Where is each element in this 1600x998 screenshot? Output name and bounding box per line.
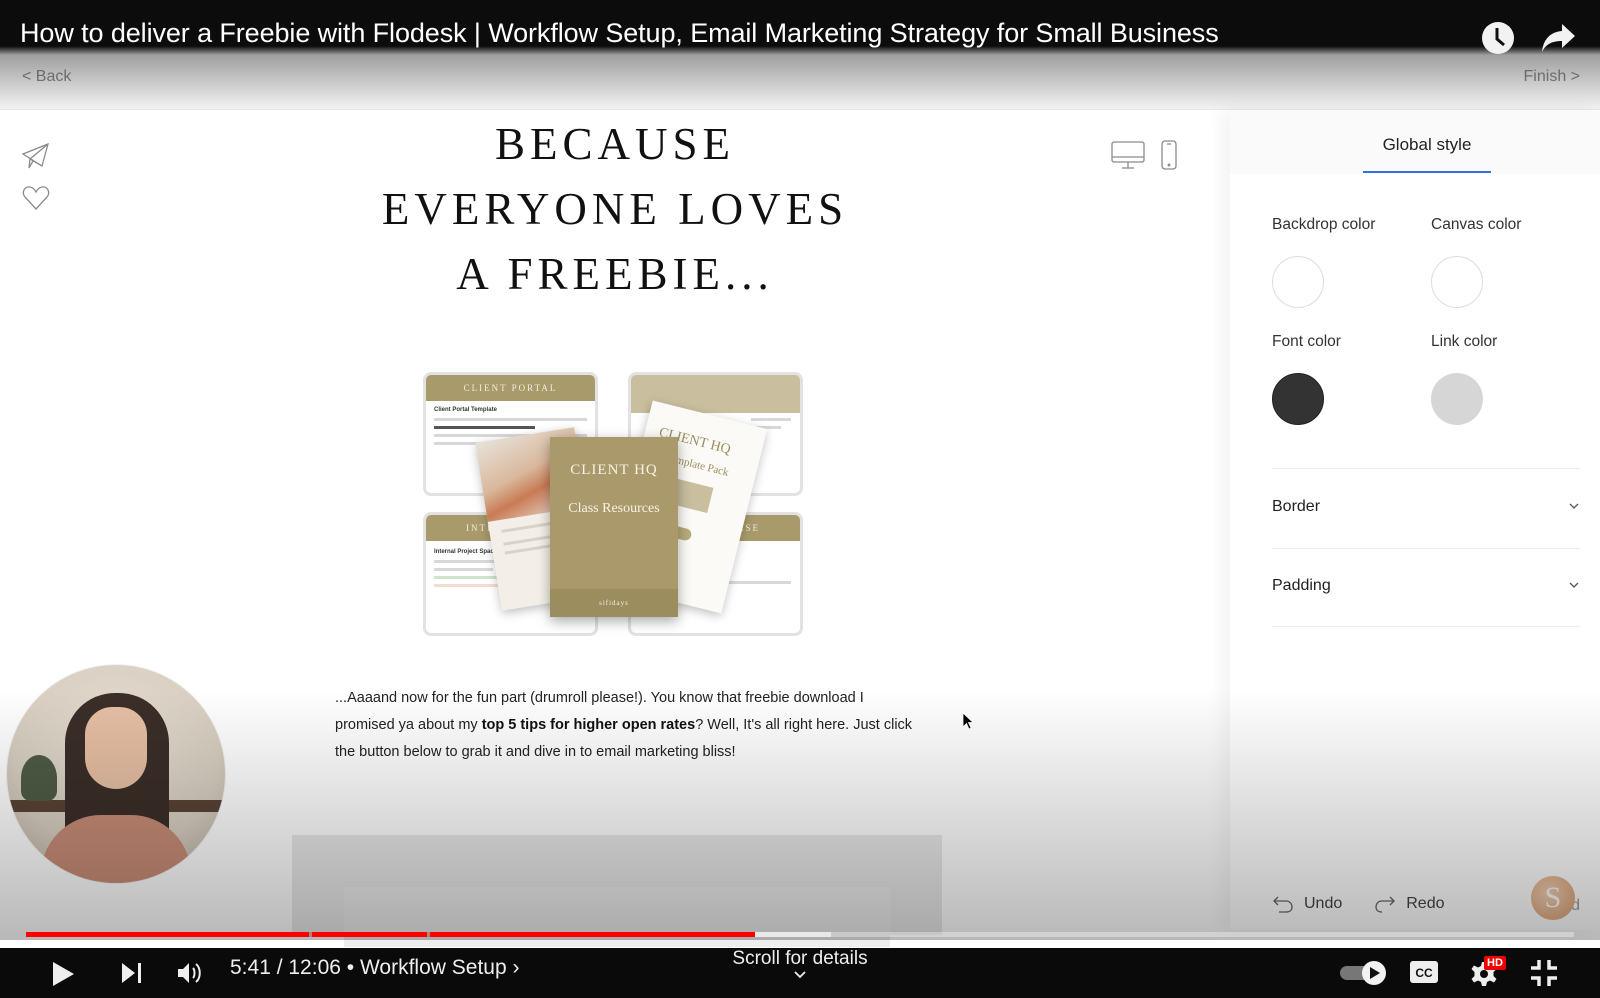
- scroll-for-details[interactable]: Scroll for details: [725, 948, 875, 980]
- chapter-marker: [309, 932, 312, 937]
- chevron-down-icon: [794, 971, 806, 979]
- panel-tabs: Global style: [1230, 110, 1600, 174]
- padding-section-toggle[interactable]: Padding: [1272, 577, 1580, 607]
- play-icon[interactable]: [50, 961, 76, 987]
- device-toggle: [1110, 140, 1178, 170]
- font-color-label: Font color: [1272, 333, 1341, 350]
- redo-label: Redo: [1406, 895, 1445, 912]
- global-style-panel: Global style Backdrop color Canvas color…: [1230, 110, 1600, 930]
- progress-played: [26, 932, 755, 937]
- link-color-swatch[interactable]: [1431, 373, 1483, 425]
- panel-divider: [1272, 548, 1580, 549]
- undo-button[interactable]: Undo: [1272, 895, 1342, 913]
- link-color-label: Link color: [1431, 333, 1498, 350]
- undo-label: Undo: [1304, 895, 1343, 912]
- clock-icon[interactable]: [1481, 21, 1515, 55]
- mouse-cursor-icon: [962, 712, 974, 730]
- backdrop-color-swatch[interactable]: [1272, 256, 1324, 308]
- email-button-block[interactable]: [292, 835, 942, 947]
- heart-icon[interactable]: [20, 182, 52, 214]
- share-arrow-icon[interactable]: [1540, 22, 1576, 54]
- panel-divider: [1272, 626, 1580, 627]
- video-frame[interactable]: < Back Finish > BECAUSE EVERYONE LOVES A…: [0, 0, 1600, 998]
- tab-global-style[interactable]: Global style: [1363, 135, 1491, 173]
- headline-line: BECAUSE: [494, 119, 736, 169]
- headline-line: EVERYONE LOVES: [381, 184, 849, 234]
- player-controls: 5:41 / 12:06 • Workflow Setup › Scroll f…: [0, 948, 1600, 998]
- border-section-label: Border: [1272, 498, 1321, 515]
- time-and-chapter: 5:41 / 12:06 • Workflow Setup ›: [230, 956, 520, 980]
- scroll-hint-label: Scroll for details: [732, 948, 868, 969]
- email-button[interactable]: [344, 887, 890, 947]
- font-color-swatch[interactable]: [1272, 373, 1324, 425]
- backdrop-color-label: Backdrop color: [1272, 216, 1376, 233]
- chapter-link[interactable]: Workflow Setup ›: [360, 956, 520, 979]
- cover-subtitle: Class Resources: [568, 501, 660, 516]
- redo-button[interactable]: Redo: [1374, 895, 1445, 913]
- video-title[interactable]: How to deliver a Freebie with Flodesk | …: [20, 18, 1219, 49]
- mockup-card-heading: CLIENT PORTAL: [426, 375, 595, 401]
- padding-section-label: Padding: [1272, 577, 1331, 594]
- redo-icon: [1375, 896, 1396, 913]
- panel-divider: [1272, 468, 1580, 469]
- cover-title: CLIENT HQ: [570, 462, 658, 478]
- skip-next-icon[interactable]: [120, 961, 144, 985]
- cc-icon[interactable]: CC: [1409, 960, 1439, 984]
- freebie-mockup-image[interactable]: CLIENT PORTAL Client Portal Template INT…: [423, 372, 813, 642]
- undo-icon: [1273, 896, 1293, 913]
- mockup-card-subtitle: Client Portal Template: [434, 407, 497, 413]
- hd-badge: HD: [1484, 956, 1506, 970]
- headline-line: A FREEBIE...: [456, 249, 774, 299]
- settings-button[interactable]: HD: [1470, 956, 1510, 988]
- chevron-down-icon: [1569, 503, 1579, 509]
- chevron-right-icon: ›: [512, 956, 520, 979]
- canvas-color-label: Canvas color: [1431, 216, 1522, 233]
- video-progress-bar[interactable]: [26, 932, 1574, 937]
- left-toolbar: [20, 140, 52, 224]
- cover-footer: sifidays: [550, 589, 678, 617]
- autoplay-toggle-icon[interactable]: [1338, 960, 1388, 986]
- chapter-separator: •: [346, 956, 355, 979]
- body-text-bold: top 5 tips for higher open rates: [481, 717, 696, 733]
- canvas-color-swatch[interactable]: [1431, 256, 1483, 308]
- desktop-icon[interactable]: [1110, 140, 1146, 170]
- paper-plane-icon[interactable]: [20, 140, 52, 172]
- chevron-down-icon: [1569, 582, 1579, 588]
- undo-redo-bar: Undo Redo: [1272, 895, 1467, 913]
- channel-logo-watermark[interactable]: S: [1531, 876, 1575, 920]
- volume-icon[interactable]: [176, 960, 204, 986]
- mockup-cover: CLIENT HQ Class Resources sifidays: [550, 437, 678, 617]
- player-top-gradient: [0, 0, 1600, 110]
- svg-text:CC: CC: [1415, 966, 1433, 980]
- chapter-title: Workflow Setup: [359, 956, 507, 979]
- time-display: 5:41 / 12:06: [230, 956, 341, 979]
- email-headline[interactable]: BECAUSE EVERYONE LOVES A FREEBIE...: [330, 112, 900, 307]
- exit-fullscreen-icon[interactable]: [1530, 959, 1558, 987]
- mobile-icon[interactable]: [1160, 140, 1178, 170]
- border-section-toggle[interactable]: Border: [1272, 498, 1580, 528]
- email-body-text[interactable]: ...Aaaand now for the fun part (drumroll…: [335, 685, 915, 766]
- presenter-webcam: [7, 665, 225, 883]
- chapter-marker: [427, 932, 430, 937]
